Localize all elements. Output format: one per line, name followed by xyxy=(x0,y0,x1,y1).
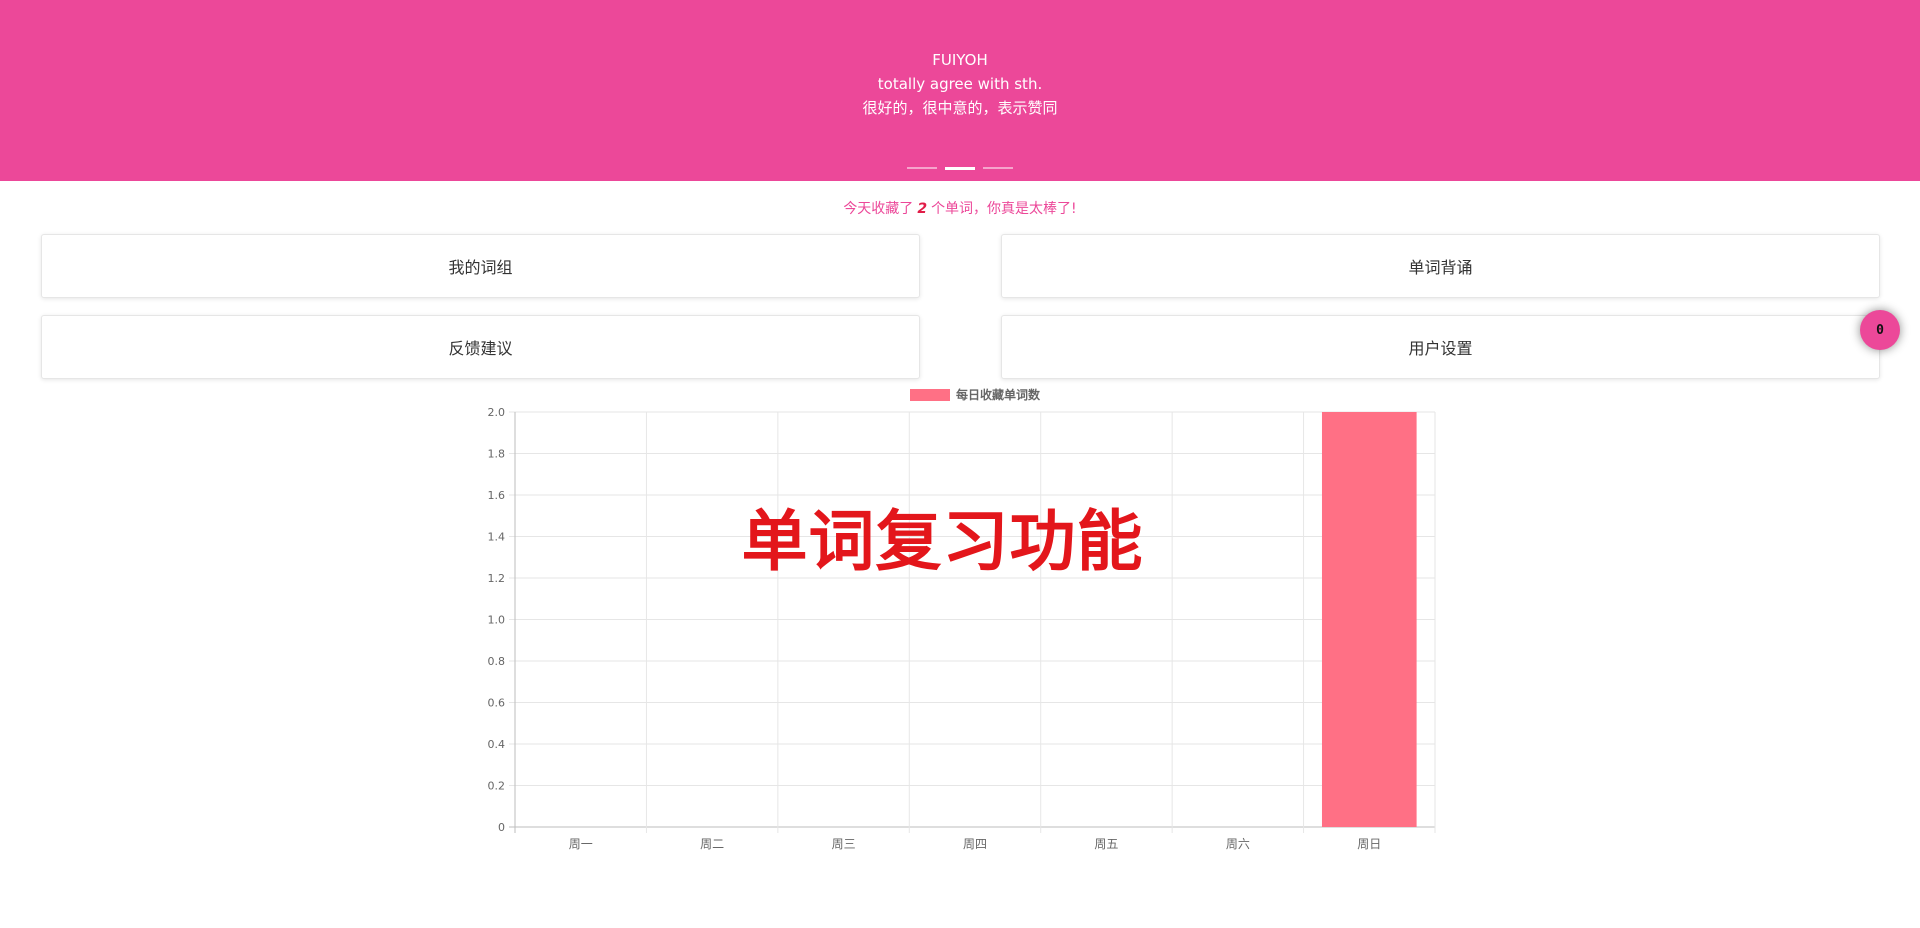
banner-word: FUIYOH xyxy=(932,51,988,69)
daily-summary-message: 今天收藏了 2 个单词，你真是太棒了! xyxy=(0,198,1920,218)
feedback-button[interactable]: 反馈建议 xyxy=(41,315,920,379)
banner-text: FUIYOH totally agree with sth. 很好的，很中意的，… xyxy=(0,48,1920,120)
banner-carousel: FUIYOH totally agree with sth. 很好的，很中意的，… xyxy=(0,0,1920,181)
carousel-indicators xyxy=(0,167,1920,170)
legend-label: 每日收藏单词数 xyxy=(956,387,1041,402)
settings-button[interactable]: 用户设置 xyxy=(1001,315,1880,379)
my-groups-button[interactable]: 我的词组 xyxy=(41,234,920,298)
bar-周日 xyxy=(1321,412,1417,827)
y-tick-label: 1.4 xyxy=(488,531,506,544)
carousel-indicator-1[interactable] xyxy=(907,167,937,169)
my-groups-label: 我的词组 xyxy=(448,258,513,277)
floating-count: 0 xyxy=(1876,322,1884,338)
x-tick-label: 周一 xyxy=(569,837,593,851)
recite-button[interactable]: 单词背诵 xyxy=(1001,234,1880,298)
y-tick-label: 2.0 xyxy=(488,406,506,419)
summary-suffix: 个单词，你真是太棒了! xyxy=(931,201,1077,217)
legend-swatch xyxy=(910,389,950,401)
y-tick-label: 0.8 xyxy=(488,655,506,668)
x-tick-label: 周三 xyxy=(832,837,856,851)
summary-count: 2 xyxy=(917,201,928,217)
y-tick-label: 0 xyxy=(498,821,505,834)
x-tick-label: 周六 xyxy=(1226,837,1250,851)
x-tick-label: 周四 xyxy=(963,837,987,851)
x-tick-label: 周五 xyxy=(1094,837,1118,851)
banner-meaning-zh: 很好的，很中意的，表示赞同 xyxy=(862,99,1058,117)
y-tick-label: 1.6 xyxy=(488,489,506,502)
carousel-indicator-3[interactable] xyxy=(983,167,1013,169)
chart-svg: 0 0.2 0.4 0.6 0.8 1.0 1.2 1.4 1.6 1.8 2.0 周一 周二 周三 周四 周… xyxy=(488,387,1436,851)
x-tick-label: 周二 xyxy=(700,837,724,851)
y-tick-label: 0.2 xyxy=(488,780,506,793)
y-tick-label: 1.8 xyxy=(488,448,506,461)
y-tick-label: 0.6 xyxy=(488,697,506,710)
y-tick-label: 1.0 xyxy=(488,614,506,627)
x-tick-label: 周日 xyxy=(1357,837,1381,851)
settings-label: 用户设置 xyxy=(1408,339,1473,358)
summary-prefix: 今天收藏了 xyxy=(843,201,914,217)
banner-meaning-en: totally agree with sth. xyxy=(877,75,1043,93)
y-tick-label: 1.2 xyxy=(488,572,506,585)
feedback-label: 反馈建议 xyxy=(448,339,513,358)
recite-label: 单词背诵 xyxy=(1408,258,1473,277)
floating-count-button[interactable]: 0 xyxy=(1860,310,1900,350)
y-tick-label: 0.4 xyxy=(488,738,506,751)
carousel-indicator-2[interactable] xyxy=(945,167,975,170)
weekly-collection-chart: 0 0.2 0.4 0.6 0.8 1.0 1.2 1.4 1.6 1.8 2.0 周一 周二 周三 周四 周… xyxy=(470,380,1440,860)
